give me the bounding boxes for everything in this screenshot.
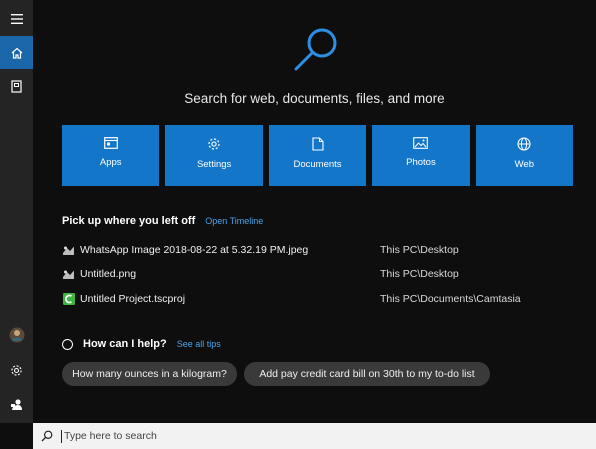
home-button[interactable]: [0, 36, 33, 69]
search-input[interactable]: [64, 430, 364, 442]
help-section-header: How can I help? See all tips: [62, 338, 221, 350]
tile-web[interactable]: Web: [475, 125, 574, 186]
suggestion-chip[interactable]: How many ounces in a kilogram?: [62, 362, 237, 386]
user-avatar-icon: [9, 327, 24, 342]
recent-item-name: Untitled.png: [80, 268, 137, 280]
home-icon: [11, 47, 22, 59]
tile-apps-label: Apps: [99, 157, 122, 168]
feedback-icon: [11, 399, 22, 410]
left-rail: [0, 0, 33, 423]
search-icon: [41, 430, 53, 442]
search-home-panel: Search for web, documents, files, and mo…: [33, 0, 596, 423]
menu-button[interactable]: [0, 2, 33, 35]
settings-gear-icon: [208, 138, 220, 150]
search-headline: Search for web, documents, files, and mo…: [184, 91, 445, 106]
globe-icon: [517, 137, 531, 151]
filter-tiles: Apps Settings Documents Photos Web: [62, 125, 574, 186]
image-file-icon: [62, 244, 75, 257]
account-button[interactable]: [0, 318, 33, 351]
tile-documents-label: Documents: [293, 159, 342, 170]
settings-button[interactable]: [0, 354, 33, 387]
tile-photos-label: Photos: [406, 157, 436, 168]
recent-item-path: This PC\Desktop: [380, 244, 459, 256]
text-cursor: [61, 429, 62, 443]
open-timeline-link[interactable]: Open Timeline: [205, 216, 263, 226]
image-file-icon: [62, 268, 75, 281]
help-title: How can I help?: [83, 338, 167, 350]
tile-web-label: Web: [514, 159, 535, 170]
recent-item-name: WhatsApp Image 2018-08-22 at 5.32.19 PM.…: [80, 244, 309, 256]
notebook-icon: [11, 80, 22, 93]
recent-item-path: This PC\Desktop: [380, 268, 459, 280]
gear-icon: [11, 365, 22, 376]
recent-item-path: This PC\Documents\Camtasia: [380, 293, 521, 305]
photo-icon: [413, 137, 429, 149]
hamburger-menu-icon: [10, 13, 23, 24]
suggestion-chip[interactable]: Add pay credit card bill on 30th to my t…: [244, 362, 490, 386]
apps-icon: [103, 137, 118, 149]
feedback-button[interactable]: [0, 388, 33, 421]
recent-item[interactable]: WhatsApp Image 2018-08-22 at 5.32.19 PM.…: [62, 241, 562, 259]
document-icon: [311, 137, 324, 151]
see-all-tips-link[interactable]: See all tips: [177, 339, 221, 349]
tile-documents[interactable]: Documents: [268, 125, 367, 186]
recent-item[interactable]: Untitled Project.tscproj This PC\Documen…: [62, 290, 562, 308]
camtasia-file-icon: [62, 293, 75, 306]
recent-title: Pick up where you left off: [62, 215, 196, 227]
tile-photos[interactable]: Photos: [372, 125, 470, 186]
tile-settings[interactable]: Settings: [165, 125, 263, 186]
cortana-circle-icon: [62, 338, 73, 350]
recent-item[interactable]: Untitled.png This PC\Desktop: [62, 265, 562, 283]
recent-item-name: Untitled Project.tscproj: [80, 293, 186, 305]
search-hero-icon: [294, 28, 337, 71]
recent-section-header: Pick up where you left off Open Timeline: [62, 215, 263, 227]
taskbar-search-box[interactable]: [33, 423, 596, 449]
tile-apps[interactable]: Apps: [62, 125, 160, 186]
tile-settings-label: Settings: [196, 159, 232, 170]
notebook-button[interactable]: [0, 70, 33, 103]
